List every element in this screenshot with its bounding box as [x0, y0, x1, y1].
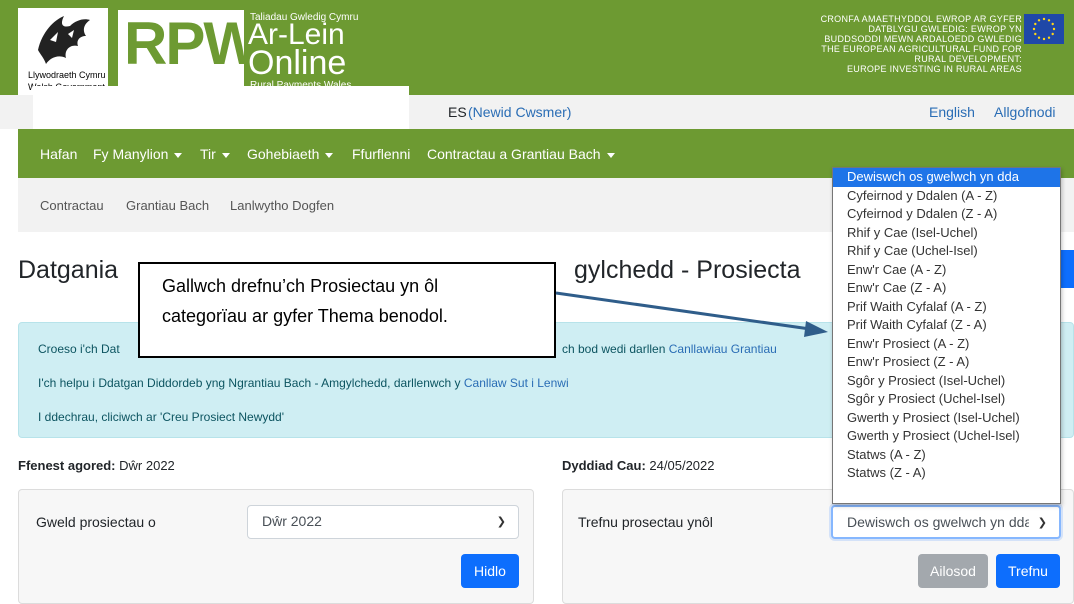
filter-button[interactable]: Hidlo — [461, 554, 519, 588]
nav-home-label: Hafan — [40, 146, 78, 162]
eu-line: RURAL DEVELOPMENT: — [914, 54, 1022, 64]
closing-date-value: 24/05/2022 — [649, 458, 715, 473]
english-language-link[interactable]: English — [929, 104, 975, 120]
sort-option[interactable]: Prif Waith Cyfalaf (A - Z) — [833, 298, 1060, 317]
eu-line: EUROPE INVESTING IN RURAL AREAS — [846, 64, 1022, 74]
open-window-value: Dŵr 2022 — [119, 458, 175, 473]
eu-line: CRONFA AMAETHYDDOL EWROP AR GYFER — [820, 14, 1022, 24]
chevron-down-icon — [221, 152, 230, 158]
rpw-logo[interactable]: RPW — [118, 10, 260, 90]
welsh-government-logo[interactable]: Llywodraeth Cymru Welsh Government — [18, 8, 108, 95]
change-customer-link[interactable]: (Newid Cwsmer) — [468, 104, 571, 120]
closing-date-label: Dyddiad Cau: — [562, 458, 646, 473]
chevron-down-icon — [606, 152, 615, 158]
info-line-2-text: I'ch helpu i Ddatgan Diddordeb yng Ngran… — [38, 376, 461, 390]
eu-line: DATBLYGU GWLEDIG: EWROP YN — [868, 24, 1022, 34]
closing-date: Dyddiad Cau: 24/05/2022 — [562, 458, 715, 473]
gov-logo-welsh-name: Llywodraeth Cymru — [28, 70, 106, 80]
nav-forms-label: Ffurflenni — [352, 146, 411, 162]
sort-option[interactable]: Gwerth y Prosiect (Uchel-Isel) — [833, 427, 1060, 446]
sort-option[interactable]: Statws (A - Z) — [833, 446, 1060, 465]
nav-home[interactable]: Hafan — [40, 146, 77, 162]
nav-land-label: Tir — [200, 146, 216, 162]
sort-option[interactable]: Rhif y Cae (Uchel-Isel) — [833, 242, 1060, 261]
info-line-1-end: ch bod wedi darllen Canllawiau Grantiau — [562, 342, 777, 356]
sort-projects-label: Trefnu prosectau ynôl — [578, 514, 713, 530]
dragon-icon — [38, 16, 90, 64]
window-select-value: Dŵr 2022 — [262, 513, 322, 529]
sort-option[interactable]: Rhif y Cae (Isel-Uchel) — [833, 224, 1060, 243]
sort-button[interactable]: Trefnu — [996, 554, 1060, 588]
nav-forms[interactable]: Ffurflenni — [352, 146, 410, 162]
sort-option[interactable]: Cyfeirnod y Ddalen (A - Z) — [833, 187, 1060, 206]
sort-select[interactable]: Dewiswch os gwelwch yn dda ❯ — [831, 505, 1061, 539]
sort-options-list: Dewiswch os gwelwch yn dda Cyfeirnod y D… — [832, 167, 1061, 504]
page-title-start: Datgania — [18, 256, 119, 284]
callout-line-2: categorïau ar gyfer Thema benodol. — [162, 306, 448, 326]
chevron-down-icon: ❯ — [1037, 517, 1047, 529]
nav-land[interactable]: Tir — [200, 146, 230, 162]
nav-correspondence[interactable]: Gohebiaeth — [247, 146, 334, 162]
eu-funding-text: CRONFA AMAETHYDDOL EWROP AR GYFER DATBLY… — [722, 14, 1022, 74]
nav-correspondence-label: Gohebiaeth — [247, 146, 320, 162]
view-projects-label: Gweld prosiectau o — [36, 514, 156, 530]
info-line-2: I'ch helpu i Ddatgan Diddordeb yng Ngran… — [38, 376, 569, 390]
sort-option[interactable]: Dewiswch os gwelwch yn dda — [833, 168, 1060, 187]
subnav-upload-document[interactable]: Lanlwytho Dogfen — [230, 198, 334, 213]
callout-line-1: Gallwch drefnu’ch Prosiectau yn ôl — [162, 276, 439, 296]
window-select[interactable]: Dŵr 2022 ❯ — [247, 505, 519, 539]
open-window: Ffenest agored: Dŵr 2022 — [18, 458, 175, 473]
annotation-callout: Gallwch drefnu’ch Prosiectau yn ôl categ… — [138, 262, 556, 358]
open-window-label: Ffenest agored: — [18, 458, 116, 473]
page: Llywodraeth Cymru Welsh Government RPW T… — [0, 0, 1074, 604]
chevron-down-icon: ❯ — [496, 516, 506, 528]
sort-option[interactable]: Sgôr y Prosiect (Uchel-Isel) — [833, 390, 1060, 409]
logout-link[interactable]: Allgofnodi — [994, 104, 1056, 120]
eu-line: BUDDSODDI MEWN ARDALOEDD GWLEDIG — [824, 34, 1022, 44]
info-line-1-start: Croeso i'ch Dat — [38, 342, 120, 356]
sort-option[interactable]: Enw'r Prosiect (Z - A) — [833, 353, 1060, 372]
nav-contracts-grants-label: Contractau a Grantiau Bach — [427, 146, 601, 162]
rpw-logo-text: RPW — [124, 10, 260, 77]
sort-option[interactable]: Cyfeirnod y Ddalen (Z - A) — [833, 205, 1060, 224]
subnav-contracts[interactable]: Contractau — [40, 198, 104, 213]
sort-option[interactable]: Enw'r Cae (A - Z) — [833, 261, 1060, 280]
sort-option[interactable]: Enw'r Cae (Z - A) — [833, 279, 1060, 298]
nav-contracts-grants[interactable]: Contractau a Grantiau Bach — [427, 146, 615, 162]
sort-select-value: Dewiswch os gwelwch yn dda — [847, 514, 1029, 530]
page-title-end: gylchedd - Prosiecta — [574, 256, 801, 284]
info-line-1-text: ch bod wedi darllen — [562, 342, 666, 356]
eu-flag-icon — [1024, 14, 1064, 44]
sort-option[interactable]: Gwerth y Prosiect (Isel-Uchel) — [833, 409, 1060, 428]
sort-option[interactable]: Statws (Z - A) — [833, 464, 1060, 483]
eu-line: THE EUROPEAN AGRICULTURAL FUND FOR — [821, 44, 1022, 54]
info-line-3: I ddechrau, cliciwch ar 'Creu Prosiect N… — [38, 410, 285, 424]
chevron-down-icon — [174, 152, 183, 158]
redacted-customer-name — [33, 86, 409, 130]
subnav-small-grants[interactable]: Grantiau Bach — [126, 198, 209, 213]
reset-button[interactable]: Ailosod — [918, 554, 988, 588]
product-name-english: Online — [248, 44, 347, 82]
nav-my-details-label: Fy Manylion — [93, 146, 169, 162]
chevron-down-icon — [325, 152, 334, 158]
guidance-link[interactable]: Canllawiau Grantiau — [669, 342, 777, 356]
how-to-fill-link[interactable]: Canllaw Sut i Lenwi — [464, 376, 569, 390]
customer-name-fragment: ES — [448, 104, 467, 120]
sort-option[interactable]: Sgôr y Prosiect (Isel-Uchel) — [833, 372, 1060, 391]
nav-my-details[interactable]: Fy Manylion — [93, 146, 183, 162]
sort-option[interactable]: Prif Waith Cyfalaf (Z - A) — [833, 316, 1060, 335]
sort-option[interactable]: Enw'r Prosiect (A - Z) — [833, 335, 1060, 354]
